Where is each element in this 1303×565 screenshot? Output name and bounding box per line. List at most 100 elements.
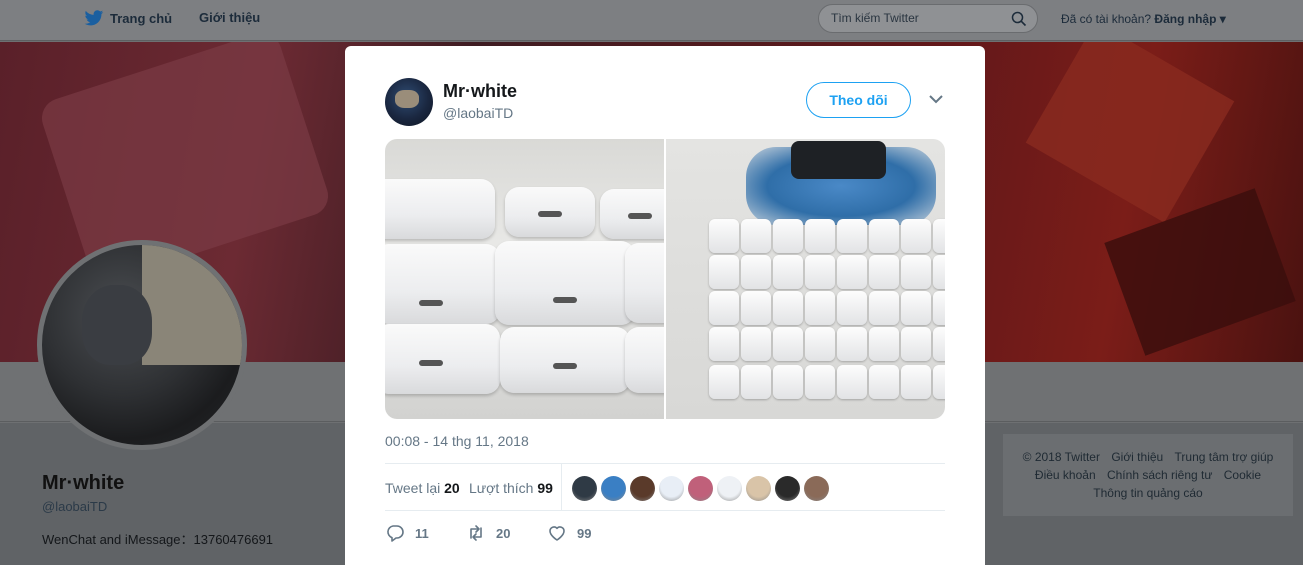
login-prompt: Đã có tài khoản? Đăng nhập ▾ (1061, 12, 1226, 26)
liker-avatar[interactable] (717, 476, 742, 501)
case-detail (805, 365, 835, 399)
case-detail (901, 365, 931, 399)
case-detail (741, 291, 771, 325)
nav-home-label: Trang chủ (110, 11, 173, 26)
like-button[interactable]: 99 (547, 523, 591, 543)
liker-avatar[interactable] (746, 476, 771, 501)
case-detail (741, 365, 771, 399)
footer-link-privacy[interactable]: Chính sách riêng tư (1107, 468, 1212, 482)
retweet-count: 20 (496, 525, 511, 541)
avatar-photo-detail (82, 285, 152, 365)
profile-bio: WenChat and iMessage：13760476691 (42, 532, 274, 547)
case-detail (805, 327, 835, 361)
search-icon[interactable] (1011, 11, 1027, 27)
reply-button[interactable]: 11 (385, 523, 429, 543)
tweet-author-avatar[interactable] (385, 78, 433, 126)
profile-avatar[interactable] (37, 240, 247, 450)
case-detail (901, 291, 931, 325)
footer-link-ads[interactable]: Thông tin quảng cáo (1093, 486, 1202, 500)
follow-button[interactable]: Theo dõi (806, 82, 911, 118)
tweet-stats: Tweet lại 20 Lượt thích 99 (385, 463, 945, 511)
case-detail (709, 365, 739, 399)
nav-about-link[interactable]: Giới thiệu (199, 10, 260, 25)
case-detail (933, 291, 945, 325)
case-detail (837, 365, 867, 399)
case-detail (837, 219, 867, 253)
case-detail (901, 255, 931, 289)
heart-icon (549, 526, 565, 541)
search-input[interactable] (831, 11, 1001, 25)
footer-copyright: © 2018 Twitter (1022, 450, 1100, 464)
login-link[interactable]: Đăng nhập ▾ (1154, 12, 1225, 26)
footer-link-about[interactable]: Giới thiệu (1111, 450, 1163, 464)
liker-avatar[interactable] (688, 476, 713, 501)
avatar-photo-detail (395, 90, 419, 108)
dark-bag-detail (791, 141, 886, 179)
case-detail (933, 219, 945, 253)
liker-avatar[interactable] (775, 476, 800, 501)
tweet-author-handle[interactable]: @laobaiTD (443, 105, 513, 121)
nav-home-link[interactable]: Trang chủ (84, 10, 172, 27)
tweet-photo-2[interactable] (666, 139, 945, 419)
liker-avatar[interactable] (659, 476, 684, 501)
liker-avatar[interactable] (601, 476, 626, 501)
like-count: 99 (577, 525, 592, 541)
avatar-photo-detail (142, 245, 242, 365)
case-detail (901, 327, 931, 361)
footer-link-cookie[interactable]: Cookie (1224, 468, 1261, 482)
case-detail (773, 219, 803, 253)
case-detail (837, 291, 867, 325)
reply-count: 11 (415, 525, 429, 541)
case-detail (869, 255, 899, 289)
like-count-link[interactable]: Lượt thích 99 (469, 480, 553, 496)
banner-decor (1104, 188, 1296, 356)
case-detail (869, 327, 899, 361)
case-detail (773, 291, 803, 325)
retweet-icon (470, 525, 482, 541)
nav-about-label: Giới thiệu (199, 10, 261, 25)
retweets-count: 20 (444, 480, 460, 496)
search-box[interactable] (818, 4, 1038, 33)
retweets-label: Tweet lại (385, 480, 441, 496)
case-detail (773, 365, 803, 399)
tweet-author-name[interactable]: Mr·white (443, 81, 517, 102)
case-detail (741, 219, 771, 253)
case-detail (869, 219, 899, 253)
case-detail (869, 291, 899, 325)
stats-divider (561, 464, 562, 510)
case-detail (837, 327, 867, 361)
likes-label: Lượt thích (469, 480, 534, 496)
case-detail (933, 255, 945, 289)
case-detail (709, 327, 739, 361)
profile-name: Mr·white (42, 472, 125, 494)
case-detail (709, 291, 739, 325)
likes-count: 99 (537, 480, 553, 496)
case-detail (805, 219, 835, 253)
tweet-timestamp: 00:08 - 14 thg 11, 2018 (385, 433, 529, 449)
liker-avatar[interactable] (630, 476, 655, 501)
liker-avatars (572, 476, 829, 501)
case-detail (709, 255, 739, 289)
footer-link-terms[interactable]: Điều khoản (1035, 468, 1096, 482)
footer-link-help[interactable]: Trung tâm trợ giúp (1175, 450, 1274, 464)
chevron-down-icon[interactable] (929, 94, 943, 104)
login-prompt-text: Đã có tài khoản? (1061, 12, 1152, 26)
case-detail (869, 365, 899, 399)
retweet-count-link[interactable]: Tweet lại 20 (385, 480, 460, 496)
banner-decor (1025, 42, 1235, 223)
tweet-photo-1[interactable] (385, 139, 664, 419)
twitter-bird-icon (84, 10, 104, 26)
case-detail (805, 291, 835, 325)
case-detail (741, 255, 771, 289)
retweet-button[interactable]: 20 (466, 523, 510, 543)
login-label: Đăng nhập (1154, 12, 1217, 26)
case-detail (741, 327, 771, 361)
liker-avatar[interactable] (804, 476, 829, 501)
case-detail (773, 255, 803, 289)
reply-icon (387, 525, 404, 542)
liker-avatar[interactable] (572, 476, 597, 501)
case-detail (837, 255, 867, 289)
case-detail (805, 255, 835, 289)
profile-handle: @laobaiTD (42, 499, 108, 514)
case-detail (933, 327, 945, 361)
